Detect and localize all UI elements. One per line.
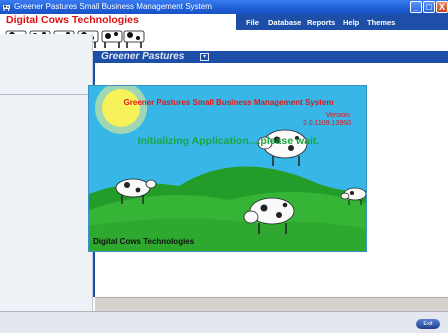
version-number: 2.0.1109.13950 xyxy=(302,120,351,127)
version-label: Version: xyxy=(325,112,351,119)
status-bar: Exit xyxy=(0,311,448,333)
window-title: Greener Pastures Small Business Manageme… xyxy=(14,2,212,11)
chevron-down-icon[interactable]: ▾ xyxy=(200,53,209,61)
maximize-button[interactable]: □ xyxy=(423,1,435,13)
exit-button[interactable]: Exit xyxy=(416,319,440,329)
splash-title: Greener Pastures Small Business Manageme… xyxy=(123,98,334,107)
menu-reports[interactable]: Reports xyxy=(307,18,335,27)
module-title: Greener Pastures xyxy=(101,51,185,62)
sun-icon xyxy=(95,86,147,134)
menu-help[interactable]: Help xyxy=(343,18,359,27)
menu-themes[interactable]: Themes xyxy=(367,18,395,27)
splash-company-name: Digital Cows Technologies xyxy=(93,237,195,246)
splash-screen: Greener Pastures Small Business Manageme… xyxy=(88,85,367,252)
horizontal-scrollbar[interactable] xyxy=(95,297,448,311)
loading-status-text: Initializing Application....please wait. xyxy=(137,135,320,147)
module-title-bar: Greener Pastures ▾ xyxy=(93,51,448,63)
menu-database[interactable]: Database xyxy=(268,18,301,27)
cow-app-icon xyxy=(3,5,10,11)
company-logo: Digital Cows Technologies xyxy=(6,14,139,26)
close-button[interactable]: X xyxy=(436,1,448,13)
minimize-button[interactable]: _ xyxy=(410,1,422,13)
sidebar-divider xyxy=(0,94,93,95)
menu-file[interactable]: File xyxy=(246,18,259,27)
application-window: Greener Pastures Small Business Manageme… xyxy=(0,0,448,333)
left-sidebar[interactable] xyxy=(0,34,93,311)
menu-bar: File Database Reports Help Themes xyxy=(236,14,448,30)
splash-artwork xyxy=(89,86,366,251)
title-bar[interactable]: Greener Pastures Small Business Manageme… xyxy=(0,0,448,14)
